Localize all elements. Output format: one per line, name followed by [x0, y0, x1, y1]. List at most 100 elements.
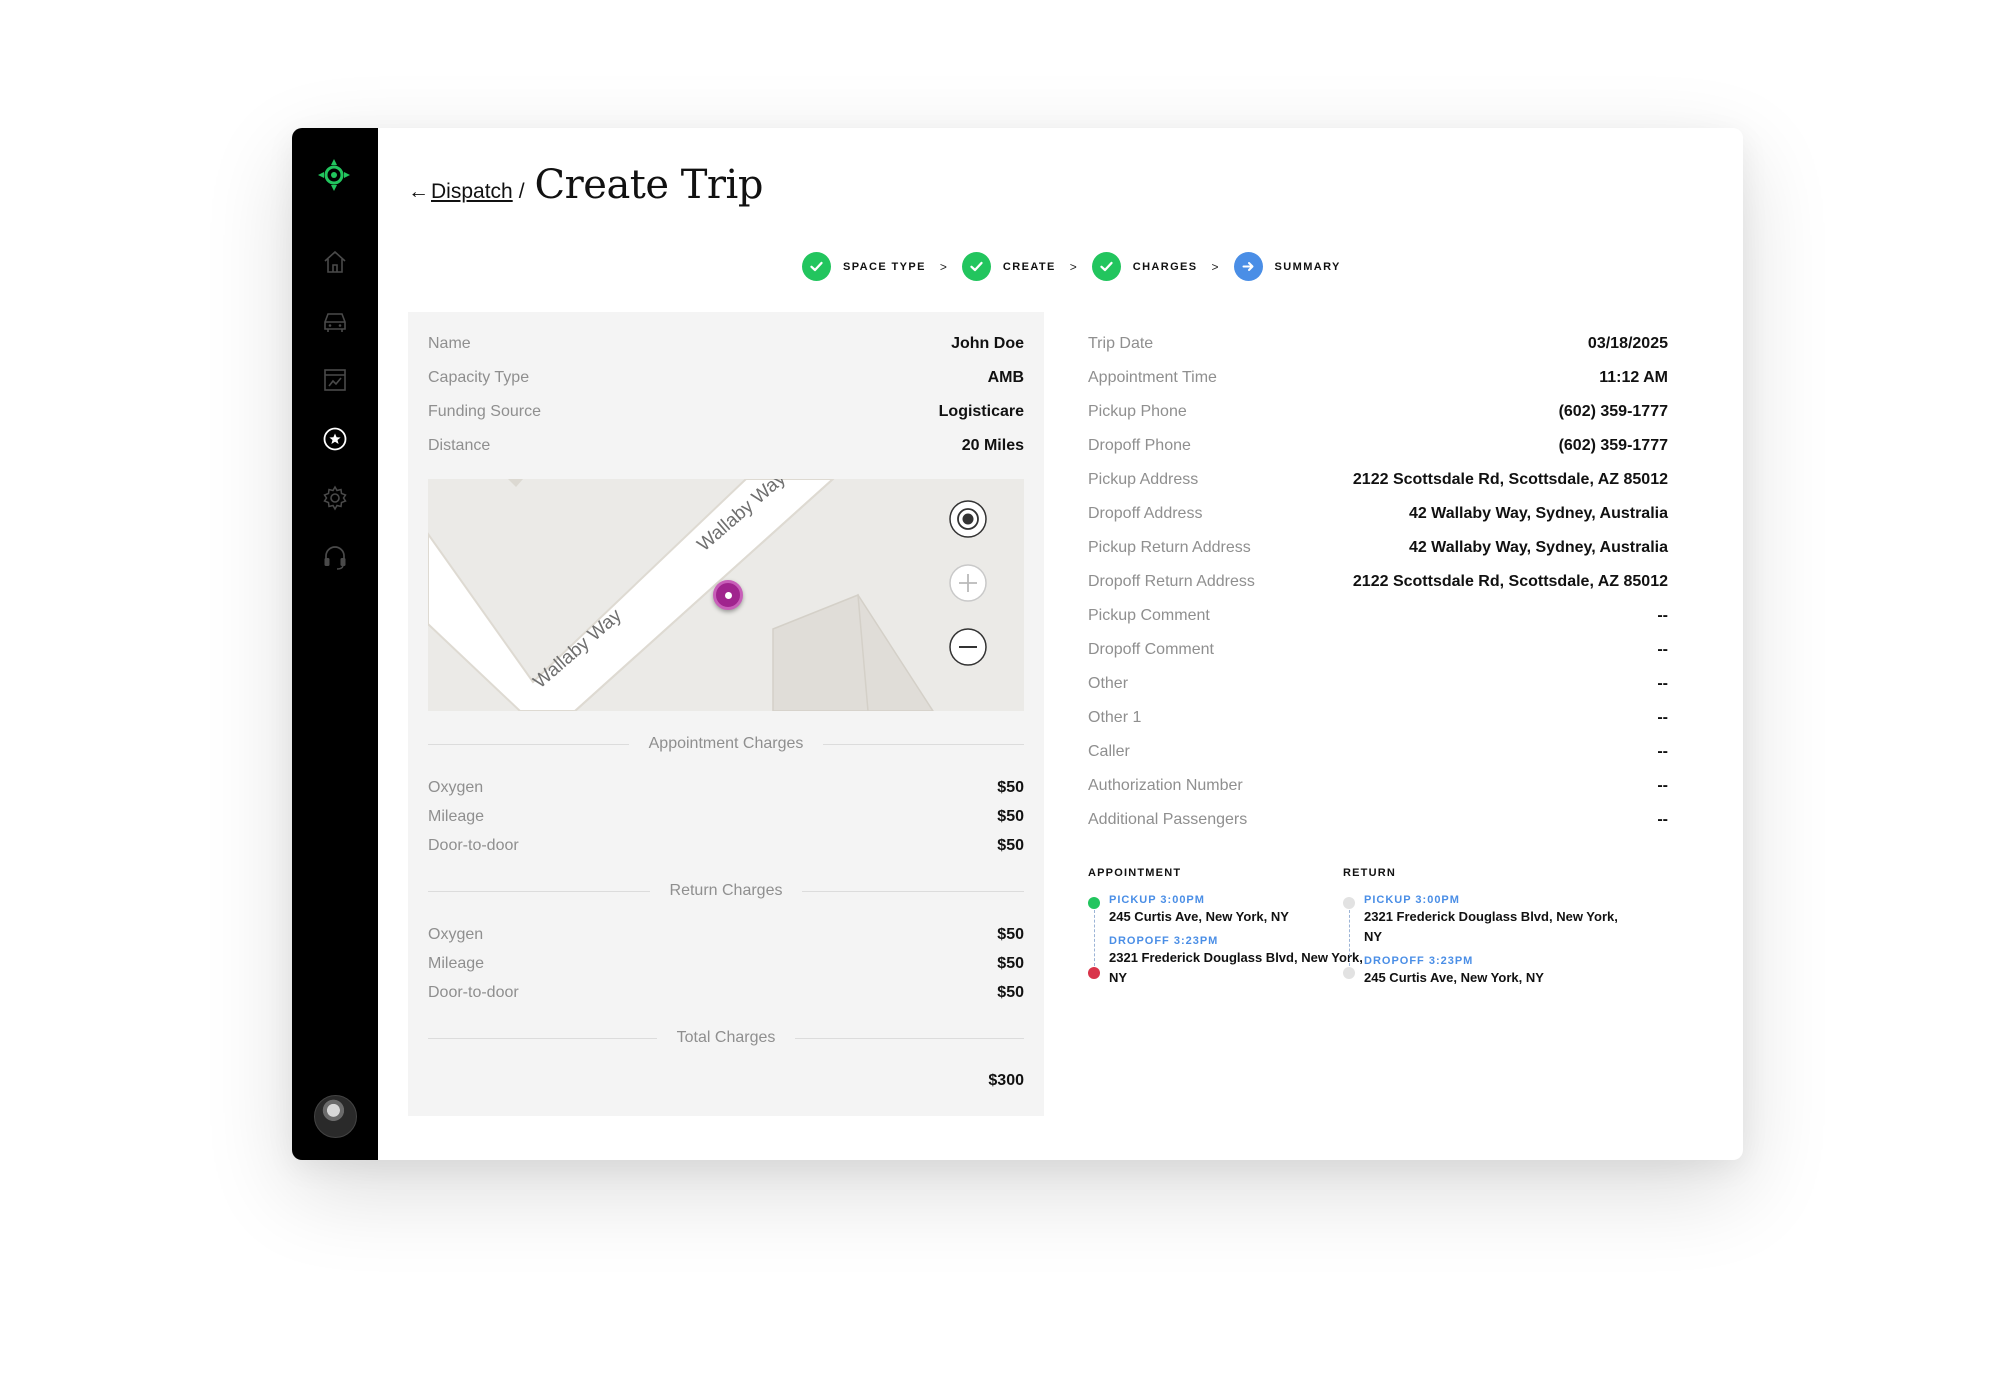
section-title-text: Appointment Charges — [648, 735, 804, 752]
detail-label: Pickup Phone — [1088, 403, 1187, 420]
pickup-label: PICKUP 3:00PM — [1109, 894, 1205, 906]
trip-summary-panel: Name John Doe Capacity Type AMB Funding … — [408, 312, 1044, 1116]
detail-value: 42 Wallaby Way, Sydney, Australia — [1408, 539, 1668, 556]
detail-row: Pickup Phone (602) 359-1777 — [1088, 403, 1668, 421]
car-icon[interactable] — [317, 303, 353, 339]
pickup-dot-icon — [1343, 897, 1355, 909]
detail-label: Appointment Time — [1088, 369, 1217, 386]
charge-value: $50 — [997, 984, 1024, 1001]
charge-row: Mileage $50 — [428, 808, 1024, 826]
step-label: CHARGES — [1132, 260, 1198, 273]
detail-label: Authorization Number — [1088, 777, 1243, 794]
detail-label: Dropoff Address — [1088, 505, 1203, 522]
charge-row: Oxygen $50 — [428, 926, 1024, 944]
step-summary[interactable]: SUMMARY — [1233, 252, 1341, 281]
route-title: RETURN — [1343, 867, 1397, 879]
breadcrumb: ←Dispatch / Create Trip — [408, 162, 763, 208]
detail-row: Dropoff Address 42 Wallaby Way, Sydney, A… — [1088, 505, 1668, 523]
back-to-dispatch-link[interactable]: ←Dispatch — [408, 180, 513, 204]
dropoff-label: DROPOFF 3:23PM — [1109, 935, 1219, 947]
detail-value: 2122 Scottsdale Rd, Scottsdale, AZ 85012 — [1352, 471, 1668, 488]
dropoff-label: DROPOFF 3:23PM — [1364, 955, 1474, 967]
capacity-row: Capacity Type AMB — [428, 369, 1024, 387]
detail-value: -- — [1657, 641, 1668, 658]
detail-label: Pickup Return Address — [1088, 539, 1251, 556]
name-label: Name — [428, 335, 471, 352]
page-title: Create Trip — [534, 162, 764, 208]
detail-row: Appointment Time 11:12 AM — [1088, 369, 1668, 387]
dropoff-dot-icon — [1343, 967, 1355, 979]
detail-value: -- — [1657, 811, 1668, 828]
return-route: RETURN PICKUP 3:00PM 2321 Frederick Doug… — [1343, 867, 1633, 1007]
dropoff-address: 245 Curtis Ave, New York, NY — [1364, 970, 1544, 985]
section-title-text: Return Charges — [669, 882, 783, 899]
step-create[interactable]: CREATE — [961, 252, 1056, 281]
funding-row: Funding Source Logisticare — [428, 403, 1024, 421]
detail-label: Trip Date — [1088, 335, 1154, 352]
charge-value: $50 — [997, 926, 1024, 943]
step-space-type[interactable]: SPACE TYPE — [802, 252, 926, 281]
sidebar — [292, 128, 378, 1160]
route-title: APPOINTMENT — [1088, 867, 1182, 879]
total-row: $300 — [428, 1072, 1024, 1090]
step-label: SPACE TYPE — [843, 260, 926, 273]
detail-label: Pickup Comment — [1088, 607, 1210, 624]
app-window: ←Dispatch / Create Trip SPACE TYPE > CRE… — [292, 128, 1743, 1160]
appointment-charges-heading: Appointment Charges — [428, 735, 1025, 753]
pickup-address: 245 Curtis Ave, New York, NY — [1109, 909, 1289, 924]
zoom-out-button[interactable] — [948, 627, 988, 667]
detail-label: Other 1 — [1088, 709, 1142, 726]
avatar[interactable] — [314, 1095, 357, 1138]
main-content: ←Dispatch / Create Trip SPACE TYPE > CRE… — [378, 128, 1743, 1160]
detail-row: Authorization Number -- — [1088, 777, 1668, 795]
star-circle-icon[interactable] — [317, 421, 353, 457]
step-separator: > — [1069, 259, 1077, 274]
charge-label: Door-to-door — [428, 837, 519, 854]
funding-value: Logisticare — [938, 403, 1024, 420]
detail-value: -- — [1657, 777, 1668, 794]
distance-row: Distance 20 Miles — [428, 437, 1024, 455]
check-icon — [802, 252, 831, 281]
trip-map[interactable]: Wallaby Way Wallaby Way — [428, 479, 1024, 711]
dropoff-address-line-1: 2321 Frederick Douglass Blvd, New York, — [1109, 950, 1363, 965]
return-charges-heading: Return Charges — [428, 882, 1025, 900]
capacity-value: AMB — [987, 369, 1024, 386]
arrow-right-icon — [1233, 252, 1263, 281]
total-value: $300 — [988, 1072, 1024, 1089]
detail-row: Dropoff Return Address 2122 Scottsdale Rd… — [1088, 573, 1668, 591]
step-charges[interactable]: CHARGES — [1091, 252, 1198, 281]
step-label: CREATE — [1002, 260, 1056, 273]
back-arrow-icon: ← — [408, 180, 429, 203]
zoom-in-button[interactable] — [948, 563, 988, 603]
headset-icon[interactable] — [317, 539, 353, 575]
detail-label: Additional Passengers — [1088, 811, 1248, 828]
dropoff-address-line-2: NY — [1109, 970, 1128, 985]
breadcrumb-separator: / — [518, 180, 525, 203]
location-pin-icon[interactable] — [713, 580, 743, 610]
charge-value: $50 — [997, 779, 1024, 796]
back-link-label: Dispatch — [431, 180, 513, 203]
charge-label: Mileage — [428, 808, 485, 825]
detail-value: -- — [1657, 743, 1668, 760]
appointment-route: APPOINTMENT PICKUP 3:00PM 245 Curtis Ave… — [1088, 867, 1363, 1007]
detail-value: 03/18/2025 — [1587, 335, 1668, 352]
pickup-dot-icon — [1088, 897, 1100, 909]
funding-label: Funding Source — [428, 403, 541, 420]
charge-row: Door-to-door $50 — [428, 837, 1024, 855]
distance-label: Distance — [428, 437, 491, 454]
home-icon[interactable] — [317, 244, 353, 280]
target-icon — [949, 500, 987, 538]
report-icon[interactable] — [317, 362, 353, 398]
gear-icon[interactable] — [317, 480, 353, 516]
minus-icon — [949, 628, 987, 666]
detail-value: -- — [1657, 675, 1668, 692]
logo-icon[interactable] — [316, 157, 352, 193]
distance-value: 20 Miles — [961, 437, 1024, 454]
step-separator: > — [1211, 259, 1219, 274]
detail-value: (602) 359-1777 — [1558, 437, 1668, 454]
detail-row: Dropoff Phone (602) 359-1777 — [1088, 437, 1668, 455]
pickup-address-line-1: 2321 Frederick Douglass Blvd, New York, — [1364, 909, 1618, 924]
detail-value: 2122 Scottsdale Rd, Scottsdale, AZ 85012 — [1352, 573, 1668, 590]
recenter-button[interactable] — [948, 499, 988, 539]
charge-value: $50 — [997, 837, 1024, 854]
